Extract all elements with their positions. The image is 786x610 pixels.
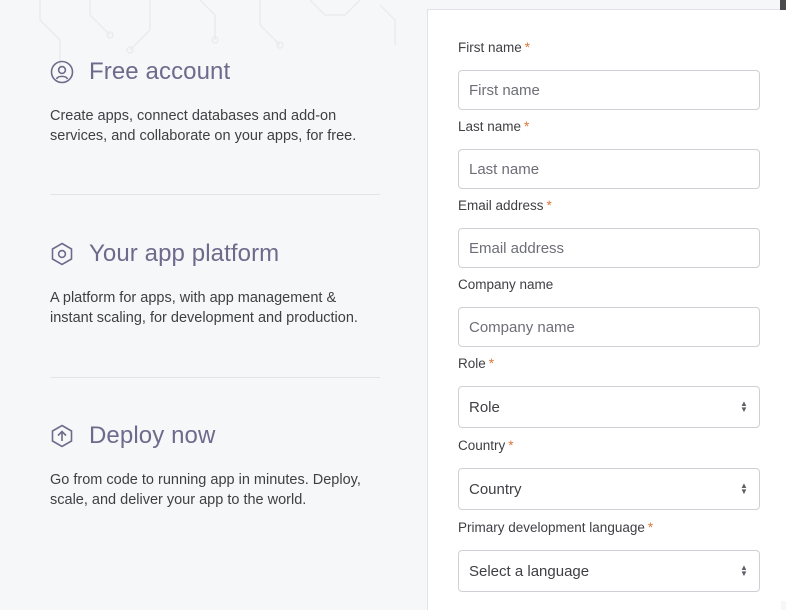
language-label: Primary development language *	[458, 520, 654, 535]
hexagon-icon	[50, 242, 74, 266]
feature-title: Your app platform	[89, 240, 280, 267]
last-name-field: Last name *	[458, 119, 760, 189]
country-label: Country *	[458, 438, 514, 453]
scrollbar-thumb[interactable]	[780, 0, 786, 10]
country-select-value: Country	[469, 480, 522, 498]
feature-title: Free account	[89, 58, 231, 85]
language-select[interactable]: Select a language ▲ ▼	[458, 550, 760, 592]
role-select-value: Role	[469, 398, 500, 416]
country-select[interactable]: Country ▲ ▼	[458, 468, 760, 510]
email-label: Email address *	[458, 198, 552, 213]
required-marker: *	[647, 520, 654, 535]
email-field: Email address *	[458, 198, 760, 268]
feature-deploy-now: Deploy now Go from code to running app i…	[50, 422, 390, 510]
feature-app-platform: Your app platform A platform for apps, w…	[50, 240, 390, 328]
role-select[interactable]: Role ▲ ▼	[458, 386, 760, 428]
feature-description: Create apps, connect databases and add-o…	[50, 108, 357, 144]
last-name-input[interactable]	[458, 149, 760, 189]
divider	[50, 377, 380, 378]
required-marker: *	[524, 119, 530, 134]
select-arrows-icon: ▲ ▼	[740, 399, 748, 414]
first-name-input[interactable]	[458, 70, 760, 110]
select-arrows-icon: ▲ ▼	[740, 563, 748, 578]
email-input[interactable]	[458, 228, 760, 268]
window-edge	[780, 0, 786, 601]
feature-description: A platform for apps, with app management…	[50, 290, 358, 326]
required-marker: *	[524, 40, 531, 55]
feature-free-account: Free account Create apps, connect databa…	[50, 58, 390, 146]
user-circle-icon	[50, 60, 74, 84]
first-name-field: First name *	[458, 40, 760, 110]
required-marker: *	[546, 198, 552, 213]
select-arrows-icon: ▲ ▼	[740, 481, 748, 496]
last-name-label: Last name *	[458, 119, 530, 134]
divider	[50, 194, 380, 195]
company-field: Company name	[458, 277, 760, 347]
upload-hexagon-icon	[50, 424, 74, 448]
language-field: Primary development language * Select a l…	[458, 520, 760, 592]
signup-form: First name* Last name* Email address* Co…	[427, 9, 781, 610]
required-marker: *	[508, 438, 514, 453]
first-name-label: First name *	[458, 40, 531, 55]
feature-description: Go from code to running app in minutes. …	[50, 472, 361, 508]
language-select-value: Select a language	[469, 562, 590, 580]
company-input[interactable]	[458, 307, 760, 347]
required-marker: *	[488, 356, 495, 371]
feature-title: Deploy now	[89, 422, 216, 449]
country-field: Country * Country ▲ ▼	[458, 438, 760, 510]
role-field: Role * Role ▲ ▼	[458, 356, 760, 428]
role-label: Role *	[458, 356, 495, 371]
company-label: Company name	[458, 277, 554, 292]
